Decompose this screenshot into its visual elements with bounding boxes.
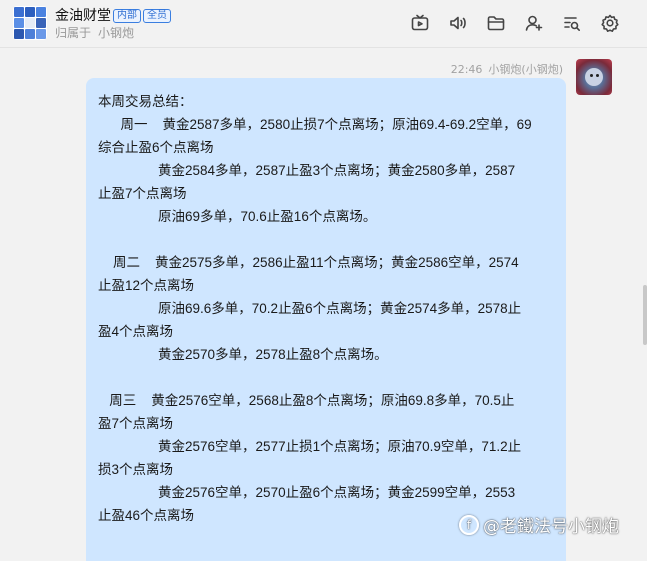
message-time: 22:46 [450, 63, 483, 76]
message-line: 黄金2570多单，2578止盈8个点离场。 [98, 347, 388, 362]
message-line: 黄金2576空单，2577止损1个点离场；原油70.9空单，71.2止 [98, 439, 522, 454]
message-line: 损3个点离场 [98, 462, 174, 477]
message-line: 盈4个点离场 [98, 324, 174, 339]
settings-icon[interactable] [599, 12, 621, 34]
group-owner: 归属于 小钢炮 [55, 25, 134, 41]
owner-prefix: 归属于 [55, 26, 92, 40]
owner-name: 小钢炮 [98, 26, 135, 40]
sender-avatar[interactable] [576, 59, 612, 95]
tag-internal: 内部 [113, 9, 141, 23]
avatar-face [585, 68, 603, 86]
message-line-blank [98, 366, 558, 389]
message-line: 周二 黄金2575多单，2586止盈11个点离场；黄金2586空单，2574 [98, 255, 519, 270]
message-line-blank [98, 228, 558, 251]
message-line: 止盈12个点离场 [98, 278, 195, 293]
chat-header: 金油财堂 内部 全员 归属于 小钢炮 [0, 0, 647, 48]
folder-icon[interactable] [485, 12, 507, 34]
speaker-icon[interactable] [447, 12, 469, 34]
message-text: 本周交易总结： 周一 黄金2587多单，2580止损7个点离场；原油69.4-6… [98, 90, 558, 527]
message-line: 本周交易总结： [98, 94, 193, 109]
watermark-logo-icon: f [459, 514, 479, 535]
message-line: 盈7个点离场 [98, 416, 174, 431]
avatar-eye [590, 74, 593, 77]
message-line: 黄金2576空单，2570止盈6个点离场；黄金2599空单，2553 [98, 485, 516, 500]
avatar-eye [596, 74, 599, 77]
scrollbar[interactable] [643, 285, 647, 345]
group-avatar[interactable] [13, 6, 47, 40]
message-line: 综合止盈6个点离场 [98, 140, 214, 155]
tv-icon[interactable] [409, 12, 431, 34]
message-line: 止盈7个点离场 [98, 186, 187, 201]
watermark: f @老鐵法号小钢炮 [459, 512, 619, 537]
message-line: 原油69.6多单，70.2止盈6个点离场；黄金2574多单，2578止 [98, 301, 522, 316]
message-meta: 22:46 小钢炮(小钢炮) [451, 61, 563, 77]
message-line: 周三 黄金2576空单，2568止盈8个点离场；原油69.8多单，70.5止 [98, 393, 515, 408]
message-line: 周一 黄金2587多单，2580止损7个点离场；原油69.4-69.2空单，69 [98, 117, 532, 132]
search-list-icon[interactable] [561, 12, 583, 34]
message-line: 黄金2584多单，2587止盈3个点离场；黄金2580多单，2587 [98, 163, 516, 178]
message-line: 原油69多单，70.6止盈16个点离场。 [98, 209, 377, 224]
add-user-icon[interactable] [523, 12, 545, 34]
tag-all-members: 全员 [143, 9, 171, 23]
message-sender[interactable]: 小钢炮(小钢炮) [488, 63, 563, 76]
group-title: 金油财堂 [55, 8, 111, 24]
watermark-text: @老鐵法号小钢炮 [483, 517, 619, 537]
